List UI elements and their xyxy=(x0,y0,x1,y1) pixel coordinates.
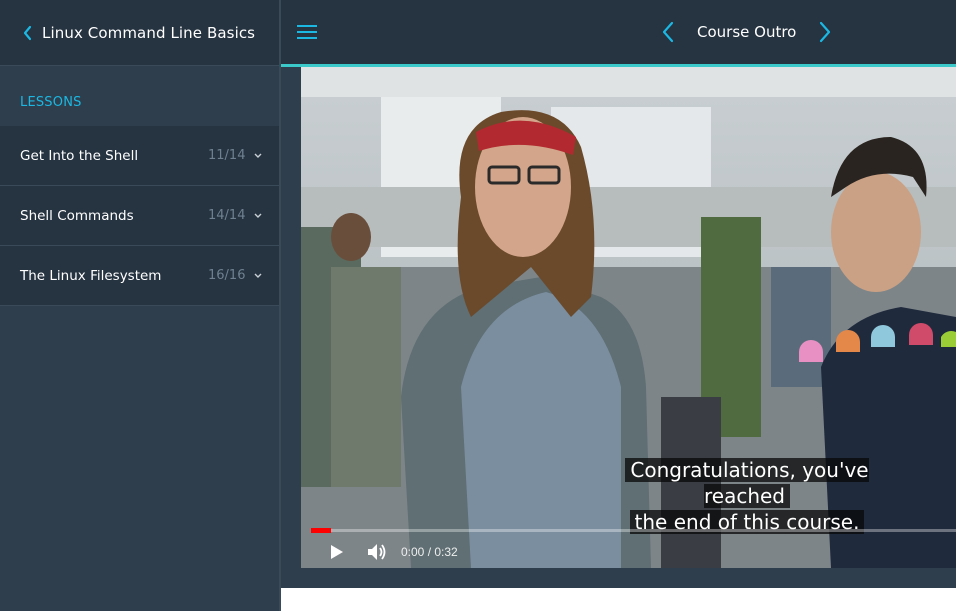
playback-time: 0:00 / 0:32 xyxy=(401,545,458,559)
player-controls: 0:00 / 0:32 xyxy=(301,537,956,567)
sidebar: Linux Command Line Basics LESSONS Get In… xyxy=(0,0,280,611)
previous-lesson-arrow-icon[interactable] xyxy=(661,20,675,44)
sidebar-header: Linux Command Line Basics xyxy=(0,0,280,66)
lesson-progress-count: 14/14 xyxy=(208,208,246,223)
lesson-progress-count: 16/16 xyxy=(208,268,246,283)
lesson-item-shell-commands[interactable]: Shell Commands 14/14 xyxy=(0,186,280,246)
lesson-item-the-linux-filesystem[interactable]: The Linux Filesystem 16/16 xyxy=(0,246,280,306)
lesson-name: Shell Commands xyxy=(20,207,134,224)
lesson-progress-count: 11/14 xyxy=(208,148,246,163)
play-icon[interactable] xyxy=(319,537,355,567)
lesson-navigation: Course Outro xyxy=(661,0,832,64)
lessons-heading: LESSONS xyxy=(20,94,82,110)
top-bar: Course Outro xyxy=(281,0,956,64)
volume-icon[interactable] xyxy=(359,537,395,567)
progress-playhead[interactable] xyxy=(311,528,331,533)
hamburger-menu-icon[interactable] xyxy=(297,24,317,40)
chevron-down-icon[interactable] xyxy=(252,210,264,222)
video-player[interactable]: Congratulations, you've reached the end … xyxy=(301,67,956,568)
next-lesson-arrow-icon[interactable] xyxy=(818,20,832,44)
video-progress-bar[interactable] xyxy=(311,528,956,533)
course-title[interactable]: Linux Command Line Basics xyxy=(42,24,255,42)
lesson-item-get-into-the-shell[interactable]: Get Into the Shell 11/14 xyxy=(0,126,280,186)
lesson-title: Course Outro xyxy=(697,23,797,41)
chevron-left-icon[interactable] xyxy=(22,23,36,43)
caption-line-1: Congratulations, you've reached xyxy=(625,458,869,508)
main-panel: Course Outro Congratulations, you've rea… xyxy=(281,0,956,611)
lesson-name: The Linux Filesystem xyxy=(20,267,162,284)
video-container: Congratulations, you've reached the end … xyxy=(281,67,956,588)
content-footer xyxy=(281,588,956,611)
chevron-down-icon[interactable] xyxy=(252,150,264,162)
video-caption: Congratulations, you've reached the end … xyxy=(584,457,910,535)
lesson-name: Get Into the Shell xyxy=(20,147,139,164)
chevron-down-icon[interactable] xyxy=(252,270,264,282)
